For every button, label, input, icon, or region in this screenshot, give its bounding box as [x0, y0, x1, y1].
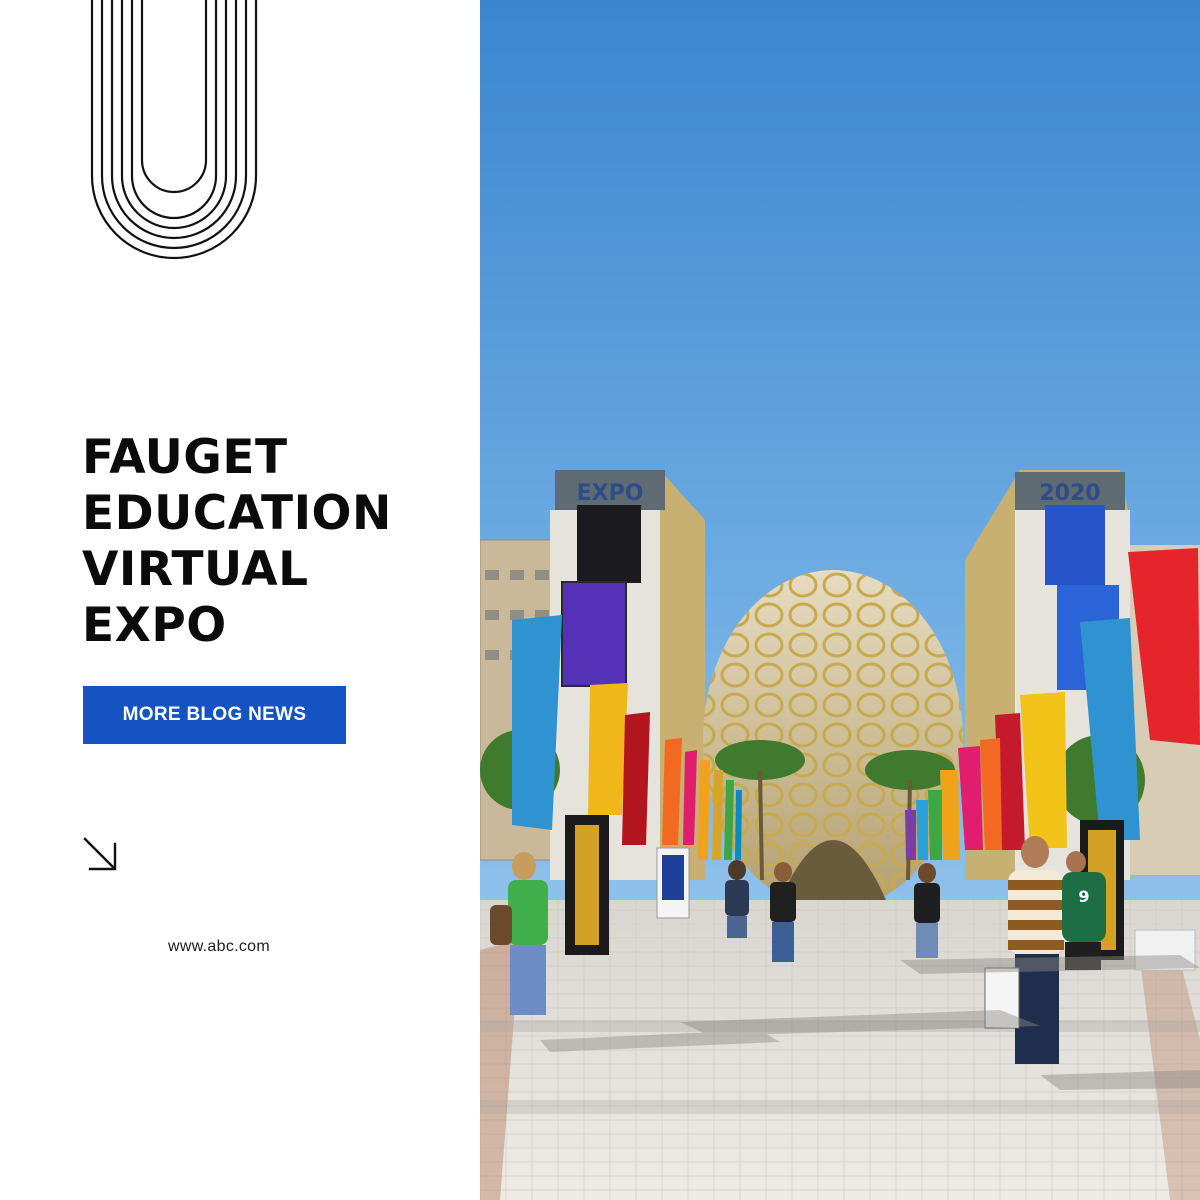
more-blog-news-button[interactable]: MORE BLOG NEWS — [83, 686, 346, 744]
website-link[interactable]: www.abc.com — [168, 938, 270, 956]
poster: FAUGET EDUCATION VIRTUAL EXPO MORE BLOG … — [0, 0, 1200, 1200]
tower-left-sign: EXPO — [577, 481, 644, 506]
headline-line-1: FAUGET — [82, 430, 288, 485]
left-panel: FAUGET EDUCATION VIRTUAL EXPO MORE BLOG … — [0, 0, 480, 1200]
svg-text:9: 9 — [1078, 887, 1089, 906]
arch-lines-icon — [90, 0, 258, 260]
headline-line-4: EXPO — [82, 598, 227, 653]
page-title: FAUGET EDUCATION VIRTUAL EXPO — [82, 430, 462, 654]
tower-right-sign: 2020 — [1039, 481, 1100, 506]
headline-line-2: EDUCATION — [82, 486, 392, 541]
expo-photo: EXPO 2020 9 — [480, 0, 1200, 1200]
headline-line-3: VIRTUAL — [82, 542, 309, 597]
arrow-down-right-icon — [83, 837, 117, 871]
